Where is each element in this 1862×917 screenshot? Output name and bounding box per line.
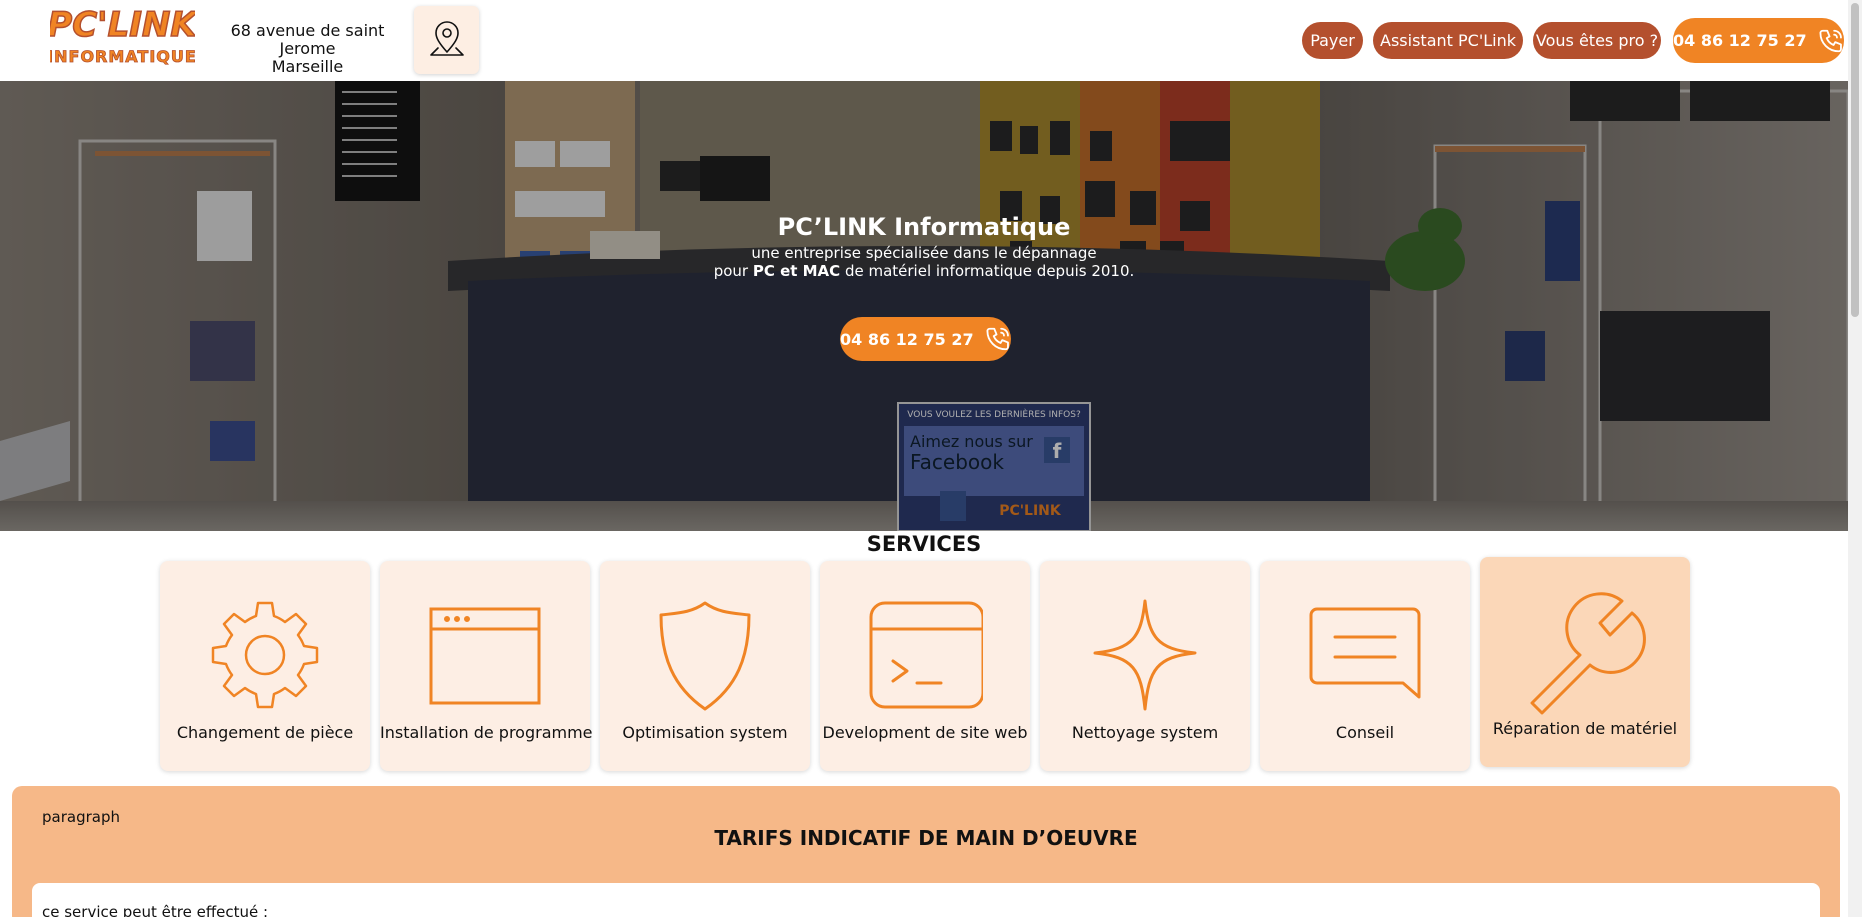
tarifs-content-box: ce service peut être effectué : [32, 883, 1820, 917]
hero-banner: VOUS VOULEZ LES DERNIÈRES INFOS? Aimez n… [0, 81, 1848, 531]
hero-phone-button[interactable]: 04 86 12 75 27 [840, 317, 1011, 361]
gear-icon [211, 601, 319, 709]
browser-window-icon [429, 607, 541, 705]
site-header: PC'LINK INFORMATIQUE 68 avenue de saint … [0, 0, 1848, 81]
scrollbar-thumb[interactable] [1851, 3, 1859, 317]
hero-subtitle-post: de matériel informatique depuis 2010. [840, 262, 1135, 280]
hero-overlay [0, 81, 1848, 531]
page-scrollbar[interactable] [1848, 0, 1862, 917]
service-card-changement-de-piece[interactable]: Changement de pièce [160, 561, 370, 771]
service-label: Changement de pièce [176, 723, 354, 742]
hero-subtitle-bold: PC et MAC [752, 262, 841, 280]
address-street: 68 avenue de saint Jerome [230, 21, 385, 58]
pclink-logo[interactable]: PC'LINK INFORMATIQUE [50, 4, 195, 70]
phone-icon [986, 327, 1009, 351]
tarifs-text: ce service peut être effectué : [42, 903, 269, 917]
service-label: Development de site web [822, 723, 1028, 742]
service-card-nettoyage-system[interactable]: Nettoyage system [1040, 561, 1250, 771]
svg-text:INFORMATIQUE: INFORMATIQUE [50, 47, 195, 66]
header-phone-button[interactable]: 04 86 12 75 27 [1673, 18, 1844, 63]
service-label: Optimisation system [622, 723, 788, 742]
terminal-icon [869, 601, 983, 709]
header-phone-number: 04 86 12 75 27 [1673, 31, 1807, 50]
hero-title: PC’LINK Informatique [777, 213, 1071, 241]
shield-icon [659, 601, 751, 711]
service-card-optimisation-system[interactable]: Optimisation system [600, 561, 810, 771]
service-label: Installation de programme [380, 723, 593, 742]
assistant-button[interactable]: Assistant PC'Link [1373, 22, 1523, 59]
services-title: SERVICES [866, 532, 982, 556]
map-pin-icon [429, 21, 464, 56]
service-label: Conseil [1335, 723, 1395, 742]
service-card-installation-de-programme[interactable]: Installation de programme [380, 561, 593, 771]
address-city: Marseille [271, 57, 344, 76]
tarifs-section: paragraph TARIFS INDICATIF DE MAIN D’OEU… [12, 786, 1840, 917]
hero-subtitle-line2: pour PC et MAC de matériel informatique … [0, 262, 1848, 280]
tarifs-title: TARIFS INDICATIF DE MAIN D’OEUVRE [714, 826, 1138, 850]
service-label: Réparation de matériel [1492, 719, 1678, 738]
hero-subtitle-line1: une entreprise spécialisée dans le dépan… [751, 244, 1097, 262]
pro-button[interactable]: Vous êtes pro ? [1533, 22, 1661, 59]
service-card-reparation-de-materiel[interactable]: Réparation de matériel [1480, 557, 1690, 767]
shop-address: 68 avenue de saint Jerome Marseille [205, 22, 410, 76]
service-card-conseil[interactable]: Conseil [1260, 561, 1470, 771]
service-label: Nettoyage system [1071, 723, 1219, 742]
service-card-development-de-site-web[interactable]: Development de site web [820, 561, 1030, 771]
message-icon [1309, 607, 1421, 699]
svg-text:PC'LINK: PC'LINK [50, 5, 195, 45]
map-location-button[interactable] [414, 6, 479, 74]
sparkle-icon [1093, 599, 1197, 711]
hero-phone-number: 04 86 12 75 27 [840, 329, 974, 349]
hero-subtitle-pre: pour [713, 262, 753, 280]
payer-button[interactable]: Payer [1302, 22, 1363, 59]
phone-icon [1819, 29, 1842, 52]
wrench-icon [1530, 592, 1646, 715]
paragraph-label: paragraph [42, 808, 120, 826]
